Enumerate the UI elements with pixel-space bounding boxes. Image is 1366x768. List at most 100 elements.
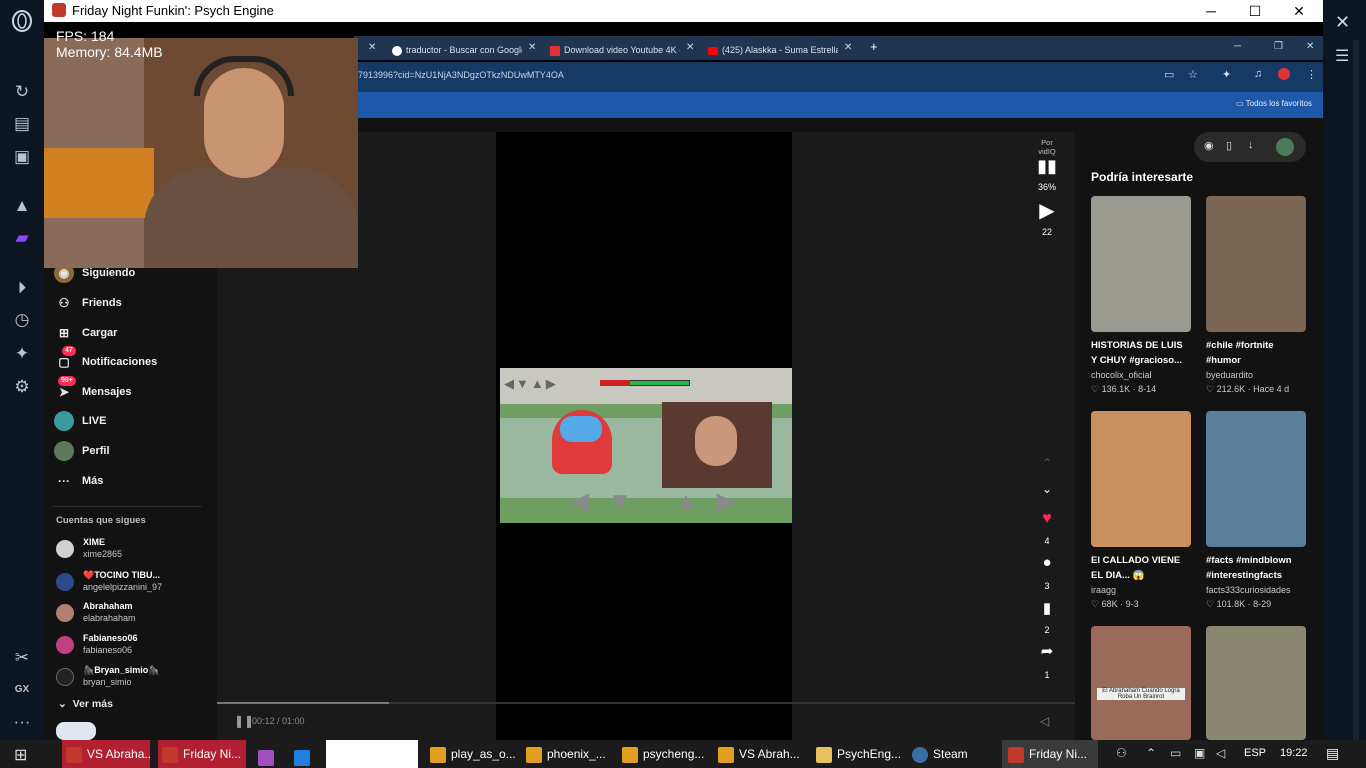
volume-icon[interactable]: ◁ xyxy=(1040,714,1049,728)
notifications-icon[interactable]: ▤ xyxy=(1326,745,1339,762)
taskbar-item[interactable] xyxy=(294,740,316,768)
webcam-overlay xyxy=(44,38,358,268)
play-icon[interactable]: ▶ xyxy=(1032,198,1062,223)
tray-chevron-icon[interactable]: ⌃ xyxy=(1146,746,1156,760)
chevron-up-icon[interactable]: ⌃ xyxy=(1032,456,1062,470)
tab-close-icon[interactable]: ✕ xyxy=(844,42,852,53)
memory-label: Memory: 84.4MB xyxy=(56,44,163,60)
recommendation-card[interactable] xyxy=(1206,626,1306,740)
taskbar-item[interactable] xyxy=(258,740,280,768)
tab-traductor[interactable]: traductor - Buscar con Google xyxy=(392,40,522,60)
volume-icon[interactable]: ◁ xyxy=(1216,746,1225,760)
nav-friends[interactable]: ⚇ Friends xyxy=(54,292,122,314)
network-icon[interactable]: ▣ xyxy=(1194,746,1205,760)
creator-avatar[interactable] xyxy=(1276,138,1294,156)
maximize-button[interactable]: ☐ xyxy=(1233,0,1277,22)
stat-percent: 36% xyxy=(1037,182,1056,192)
minimize-button[interactable]: ─ xyxy=(1189,0,1233,22)
chevron-down-icon[interactable]: ⌄ xyxy=(1032,482,1062,496)
game-window-titlebar[interactable]: Friday Night Funkin': Psych Engine ─ ☐ ✕ xyxy=(44,0,1323,22)
nav-notificaciones[interactable]: ▢ 47 Notificaciones xyxy=(54,346,157,373)
floating-widget[interactable] xyxy=(56,722,96,740)
phone-icon[interactable]: ▯ xyxy=(1226,139,1232,152)
thumbnail-caption: El Abrahaham Cuando Logra Roba Un Brainr… xyxy=(1097,688,1185,700)
recommendation-card[interactable]: El CALLADO VIENE EL DIA... 😱 iraagg ♡ 68… xyxy=(1091,411,1191,611)
browser-minimize-icon[interactable]: ─ xyxy=(1234,41,1241,52)
settings-icon[interactable]: ⚙ xyxy=(10,375,34,399)
extensions-icon[interactable]: ✦ xyxy=(1222,68,1231,81)
headphones-icon xyxy=(194,56,294,96)
all-bookmarks-folder[interactable]: ▭ Todos los favoritos xyxy=(1236,99,1312,108)
browser-menu-icon[interactable]: ⋮ xyxy=(1306,68,1317,81)
download-icon[interactable]: ↓ xyxy=(1248,139,1254,151)
close-button[interactable]: ✕ xyxy=(1277,0,1321,22)
panel-menu-icon[interactable]: ☰ xyxy=(1335,46,1349,66)
opera-right-panel: ✕ ☰ xyxy=(1323,0,1366,740)
share-icon[interactable]: ➦ xyxy=(1032,642,1062,660)
heart-icon[interactable]: ♥ xyxy=(1032,510,1062,528)
battery-icon[interactable]: ▭ xyxy=(1170,746,1181,760)
twitch-icon[interactable]: ▰ xyxy=(10,226,34,250)
scrollbar[interactable] xyxy=(1353,40,1359,740)
more-icon[interactable]: ··· xyxy=(10,710,34,734)
tab-close-icon[interactable]: ✕ xyxy=(368,42,376,53)
recommendation-card[interactable]: #facts #mindblown #interestingfacts fact… xyxy=(1206,411,1306,611)
taskbar-item[interactable]: Friday Ni... xyxy=(158,740,246,768)
nav-live[interactable]: LIVE xyxy=(54,410,106,432)
compass-icon[interactable]: ◉ xyxy=(1204,139,1214,152)
nav-cargar[interactable]: ⊞ Cargar xyxy=(54,322,118,344)
background-bed xyxy=(44,148,154,218)
news-icon[interactable]: ▤ xyxy=(10,112,34,136)
taskbar-item[interactable]: Friday Ni... xyxy=(1002,740,1098,768)
recommendation-card[interactable]: #chile #fortnite #humor byeduardito ♡ 21… xyxy=(1206,196,1306,396)
history-icon[interactable]: ◷ xyxy=(10,308,34,332)
cast-icon[interactable]: ▭ xyxy=(1164,68,1174,81)
arrow-icon[interactable]: ▲ xyxy=(10,194,34,218)
language-indicator[interactable]: ESP xyxy=(1244,747,1266,759)
progress-track[interactable] xyxy=(217,702,1075,704)
people-icon[interactable]: ⚇ xyxy=(1116,746,1127,760)
nav-perfil[interactable]: Perfil xyxy=(54,440,110,462)
progress-fill xyxy=(217,702,389,704)
gx-icon[interactable]: GX xyxy=(10,678,34,702)
taskbar-item[interactable]: PsychEng... xyxy=(814,740,902,768)
steam-icon xyxy=(912,746,928,763)
browser-restore-icon[interactable]: ❐ xyxy=(1274,41,1283,52)
bookmark-star-icon[interactable]: ☆ xyxy=(1188,68,1198,81)
nav-mensajes[interactable]: ➤ 99+ Mensajes xyxy=(54,376,132,403)
recommendation-card[interactable]: HISTORIAS DE LUIS Y CHUY #gracioso... ch… xyxy=(1091,196,1191,396)
profile-avatar[interactable] xyxy=(1278,68,1290,80)
extensions-icon[interactable]: ✦ xyxy=(10,342,34,366)
messenger-icon[interactable]: ▣ xyxy=(10,145,34,169)
nav-mas[interactable]: ··· Más xyxy=(54,470,103,492)
clock[interactable]: 19:22 xyxy=(1280,747,1308,759)
tab-close-icon[interactable]: ✕ xyxy=(686,42,694,53)
start-button[interactable]: ⊞ xyxy=(14,745,27,765)
taskbar-item[interactable]: Steam xyxy=(910,740,998,768)
opera-logo-icon[interactable] xyxy=(10,10,34,34)
address-bar[interactable]: 7913996?cid=NzU1NjA3NDgzOTkzNDUwMTY4OA xyxy=(358,70,564,80)
fnf-app-icon xyxy=(52,3,66,17)
tools-icon[interactable]: ✂ xyxy=(10,646,34,670)
close-panel-icon[interactable]: ✕ xyxy=(1335,12,1350,33)
taskbar-item[interactable]: phoenix_... xyxy=(524,740,612,768)
new-tab-button[interactable]: + xyxy=(870,39,878,54)
tab-youtube[interactable]: (425) Alaskka - Suma Estrella (V xyxy=(708,40,838,60)
video-thumbnail xyxy=(1091,411,1191,547)
recommendation-card[interactable]: El Abrahaham Cuando Logra Roba Un Brainr… xyxy=(1091,626,1191,740)
media-icon[interactable]: ♫ xyxy=(1254,68,1262,80)
tab-close-icon[interactable]: ✕ xyxy=(528,42,536,53)
browser-close-icon[interactable]: ✕ xyxy=(1306,41,1314,52)
tab-download-video[interactable]: Download video Youtube 4K - C xyxy=(550,40,680,60)
bookmark-icon[interactable]: ▮ xyxy=(1032,599,1062,617)
stats-chart-icon[interactable]: ▮▮ xyxy=(1032,156,1062,177)
taskbar-item[interactable]: psycheng... xyxy=(620,740,708,768)
see-more-button[interactable]: ⌄ Ver más xyxy=(58,698,113,710)
refresh-icon[interactable]: ↻ xyxy=(10,80,34,104)
comment-icon[interactable]: ● xyxy=(1032,554,1062,571)
taskbar-item[interactable]: play_as_o... xyxy=(428,740,516,768)
taskbar-item[interactable]: VS Abraha... xyxy=(62,740,150,768)
taskbar-item[interactable]: VS Abrah... xyxy=(716,740,804,768)
player-icon[interactable]: ⏵ xyxy=(10,276,34,300)
window-title: Friday Night Funkin': Psych Engine xyxy=(72,3,274,18)
